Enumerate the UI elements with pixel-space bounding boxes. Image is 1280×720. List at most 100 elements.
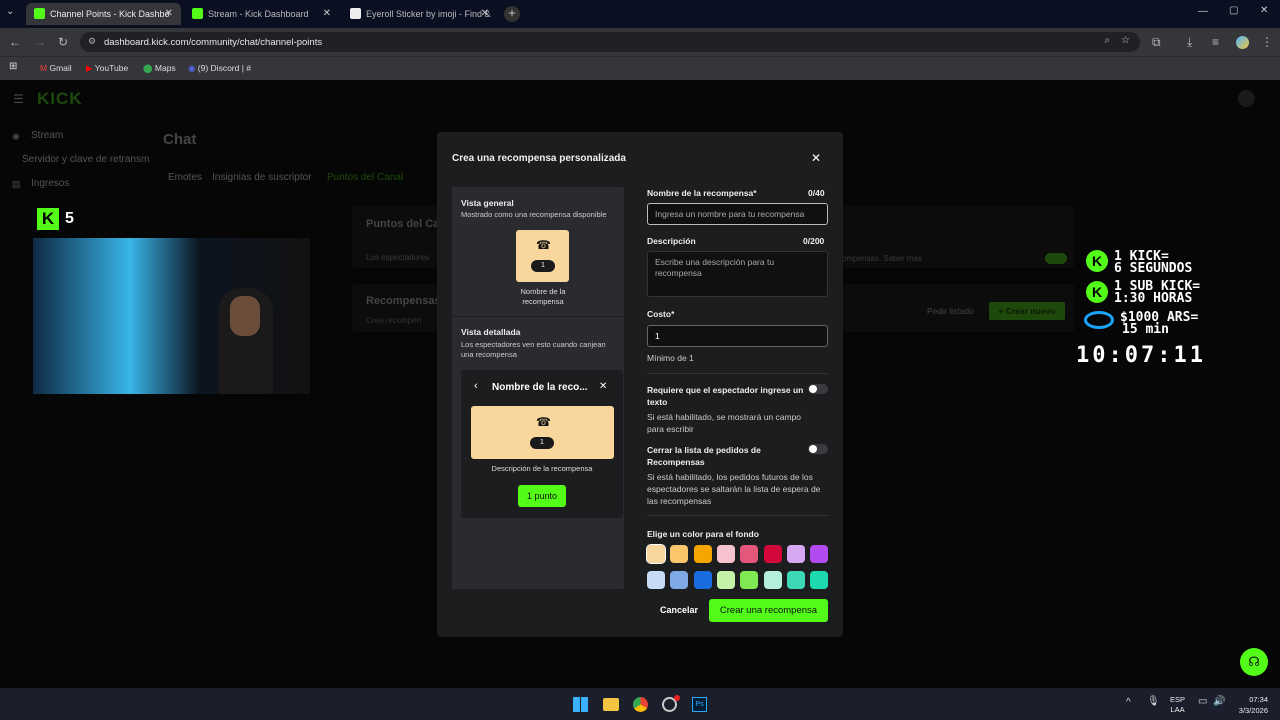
color-swatch[interactable]	[647, 571, 665, 589]
color-swatch[interactable]	[763, 571, 782, 589]
color-swatch[interactable]	[693, 545, 712, 563]
bookmark-label: YouTube	[94, 63, 129, 73]
extensions-icon[interactable]: ⧉	[1152, 35, 1161, 50]
page-title: Chat	[163, 131, 197, 148]
cost-input[interactable]: 1	[647, 325, 828, 347]
color-swatch[interactable]	[786, 571, 805, 589]
bookmark-discord[interactable]: ◉ (9) Discord | #	[188, 63, 251, 74]
create-new-button[interactable]: + Crear nuevo	[989, 302, 1065, 320]
color-swatch[interactable]	[786, 545, 805, 563]
webcam-face	[230, 296, 260, 336]
tab-subscriber-badges[interactable]: Insignias de suscriptor	[212, 172, 312, 183]
url-field[interactable]: ⚙ dashboard.kick.com/community/chat/chan…	[80, 32, 1140, 52]
color-swatch[interactable]	[810, 571, 829, 589]
sidebar-item-revenue[interactable]: Ingresos	[31, 178, 69, 189]
tab-stream[interactable]: Stream - Kick Dashboard ✕	[184, 3, 339, 25]
create-reward-button[interactable]: Crear una recompensa	[709, 599, 828, 622]
user-avatar[interactable]	[1238, 90, 1255, 107]
color-swatch[interactable]	[716, 571, 735, 589]
kick-k-icon: K	[1086, 250, 1108, 272]
media-icon[interactable]: ≡	[1212, 35, 1219, 49]
lang-layout: LAA	[1170, 705, 1185, 714]
reload-icon[interactable]: ↻	[58, 35, 68, 49]
tab-eyeroll[interactable]: Eyeroll Sticker by imoji - Find & ✕	[342, 3, 497, 25]
bookmark-star-icon[interactable]: ☆	[1121, 35, 1130, 46]
sidebar-item-stream[interactable]: Stream	[31, 130, 63, 141]
money-icon	[1084, 311, 1114, 329]
close-list-toggle[interactable]	[808, 444, 828, 454]
new-tab-button[interactable]: +	[504, 6, 520, 22]
hamburger-icon[interactable]: ☰	[13, 92, 24, 106]
volume-icon[interactable]: 🔊	[1213, 696, 1225, 707]
color-swatch[interactable]	[670, 571, 689, 589]
color-swatch[interactable]	[740, 571, 759, 589]
monitor-icon[interactable]: ▭	[1198, 696, 1207, 707]
tab-channel-points[interactable]: Puntos del Canal	[327, 172, 403, 183]
bookmark-youtube[interactable]: ▶ YouTube	[86, 63, 128, 74]
sidebar-stream-icon: ◉	[12, 131, 20, 141]
close-icon[interactable]: ✕	[323, 8, 331, 19]
tab-emotes[interactable]: Emotes	[168, 172, 202, 183]
channel-points-toggle[interactable]	[1045, 253, 1067, 264]
viewer-count: 5	[65, 210, 74, 227]
kick-logo[interactable]: KICK	[37, 89, 83, 109]
detailed-title: Vista detallada	[461, 327, 521, 337]
modal-close-icon[interactable]: ✕	[811, 151, 821, 165]
webcam-badge: K 5	[37, 207, 79, 232]
tab-label: Stream - Kick Dashboard	[208, 9, 309, 19]
apps-icon[interactable]: ⊞	[9, 61, 17, 72]
profile-avatar[interactable]	[1236, 36, 1249, 49]
description-input[interactable]: Escribe una descripción para tu recompen…	[647, 251, 828, 297]
overlay-line4: 1:30 HORAS	[1114, 291, 1193, 306]
close-icon[interactable]: ✕	[481, 8, 489, 19]
color-swatch[interactable]	[716, 545, 735, 563]
sidebar-item-server-key[interactable]: Servidor y clave de retransm	[22, 154, 149, 165]
tray-chevron-icon[interactable]: ^	[1126, 697, 1131, 708]
clock[interactable]: 07:34 3/3/2026	[1232, 694, 1268, 716]
zoom-icon[interactable]: ⌕	[1104, 35, 1110, 46]
mic-icon[interactable]: 🎙	[1147, 696, 1160, 707]
cancel-button[interactable]: Cancelar	[660, 605, 698, 615]
overview-desc: Mostrado como una recompensa disponible	[461, 210, 607, 219]
language-indicator[interactable]: ESP LAA	[1170, 695, 1185, 715]
tab-channel-points[interactable]: Channel Points - Kick Dashbo ✕	[26, 3, 181, 25]
kick-k-icon: K	[1086, 281, 1108, 303]
color-swatch[interactable]	[763, 545, 782, 563]
close-list-label: Cerrar la lista de pedidos de Recompensa…	[647, 445, 761, 467]
help-chat-icon[interactable]: ☊	[1240, 648, 1268, 676]
site-info-icon[interactable]: ⚙	[88, 36, 96, 47]
close-icon: ✕	[599, 381, 608, 392]
reward-name-input[interactable]: Ingresa un nombre para tu recompensa	[647, 203, 828, 225]
color-swatch[interactable]	[670, 545, 689, 563]
chrome-icon[interactable]	[633, 697, 648, 712]
maximize-icon[interactable]: ▢	[1229, 5, 1238, 16]
detail-view-preview: ‹ Nombre de la reco... ✕ ☎ 1 Descripción…	[461, 370, 623, 518]
photoshop-icon[interactable]: Ps	[692, 697, 707, 712]
close-list-desc: Si está habilitado, los pedidos futuros …	[647, 472, 821, 506]
minimize-icon[interactable]: —	[1198, 6, 1208, 17]
back-icon[interactable]: ←	[9, 35, 21, 49]
kick-favicon-icon	[34, 8, 45, 19]
overlay-timer: 10:07:11	[1076, 343, 1206, 368]
form-divider	[647, 515, 828, 516]
close-icon[interactable]: ✕	[165, 8, 173, 19]
tab-search-icon[interactable]: ⌄	[6, 6, 14, 17]
reward-icon: ☎	[536, 238, 551, 252]
bookmark-gmail[interactable]: M Gmail	[40, 63, 72, 73]
window-close-icon[interactable]: ✕	[1260, 5, 1268, 16]
download-icon[interactable]: ⤓	[1187, 35, 1192, 50]
color-swatch[interactable]	[693, 571, 712, 589]
file-explorer-icon[interactable]	[603, 698, 619, 711]
detail-banner: ☎ 1	[471, 406, 614, 459]
request-list-button[interactable]: Pedir listado	[927, 306, 974, 316]
require-text-toggle[interactable]	[808, 384, 828, 394]
forward-icon[interactable]: →	[34, 35, 46, 49]
windows-start-icon[interactable]	[573, 697, 588, 712]
color-swatch[interactable]	[646, 544, 666, 564]
menu-icon[interactable]: ⋮	[1261, 35, 1273, 49]
detailed-desc: Los espectadores ven esto cuando canjean…	[461, 340, 606, 359]
color-swatch[interactable]	[740, 545, 759, 563]
bookmark-maps[interactable]: ⬤ Maps	[143, 63, 176, 74]
modal-title: Crea una recompensa personalizada	[452, 153, 626, 164]
color-swatch[interactable]	[810, 545, 829, 563]
